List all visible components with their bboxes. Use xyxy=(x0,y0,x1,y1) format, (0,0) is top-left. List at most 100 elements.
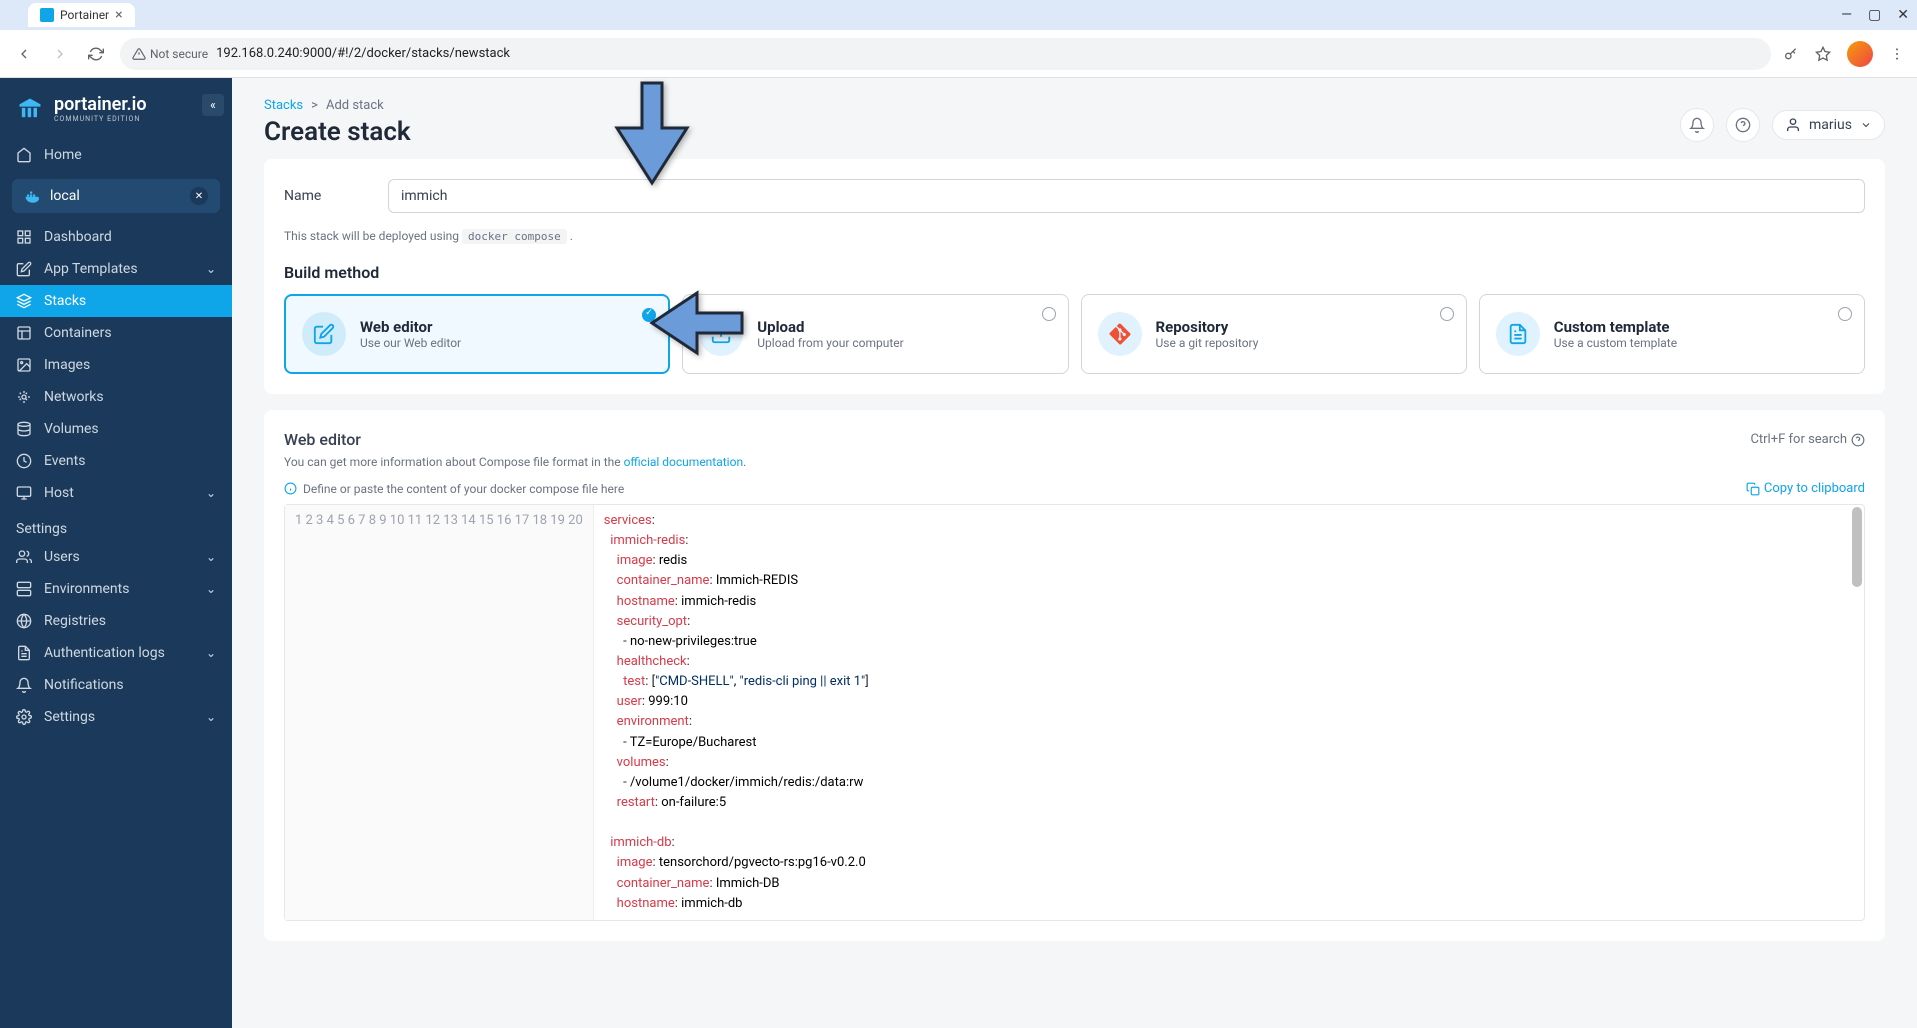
radio-indicator xyxy=(642,308,656,322)
nav-images[interactable]: Images xyxy=(0,349,232,381)
nav-host[interactable]: Host⌄ xyxy=(0,477,232,509)
portainer-logo-icon xyxy=(16,95,44,123)
method-web-editor[interactable]: Web editorUse our Web editor xyxy=(284,294,670,374)
code-editor[interactable]: 1 2 3 4 5 6 7 8 9 10 11 12 13 14 15 16 1… xyxy=(284,504,1865,921)
chevron-down-icon: ⌄ xyxy=(206,646,216,660)
edit-icon xyxy=(302,312,346,356)
tab-close-icon[interactable]: × xyxy=(115,7,122,23)
nav-notifications[interactable]: Notifications xyxy=(0,669,232,701)
template-icon xyxy=(1496,312,1540,356)
main-content: Stacks > Add stack Create stack marius xyxy=(232,78,1917,1028)
help-button[interactable] xyxy=(1726,108,1760,142)
editor-info: You can get more information about Compo… xyxy=(284,455,1865,469)
nav-environments[interactable]: Environments⌄ xyxy=(0,573,232,605)
search-hint: Ctrl+F for search xyxy=(1750,432,1865,447)
page-title: Create stack xyxy=(264,117,1885,147)
nav-containers[interactable]: Containers xyxy=(0,317,232,349)
help-icon xyxy=(1851,433,1865,447)
editor-scrollbar[interactable] xyxy=(1852,507,1862,587)
tab-favicon xyxy=(40,8,54,22)
forward-button[interactable] xyxy=(48,42,72,66)
chevron-down-icon: ⌄ xyxy=(206,582,216,596)
radio-indicator xyxy=(1838,307,1852,321)
browser-tab[interactable]: Portainer × xyxy=(28,3,135,27)
minimize-icon[interactable]: — xyxy=(1841,7,1852,23)
chevron-down-icon: ⌄ xyxy=(206,486,216,500)
reload-button[interactable] xyxy=(84,42,108,66)
dashboard-icon xyxy=(16,229,32,245)
notif-icon xyxy=(16,677,32,693)
chevron-down-icon: ⌄ xyxy=(206,262,216,276)
editor-placeholder-hint: Define or paste the content of your dock… xyxy=(284,482,624,496)
git-icon xyxy=(1098,312,1142,356)
auth-icon xyxy=(16,645,32,661)
method-repository[interactable]: RepositoryUse a git repository xyxy=(1081,294,1467,374)
radio-indicator xyxy=(1440,307,1454,321)
nav-authentication-logs[interactable]: Authentication logs⌄ xyxy=(0,637,232,669)
images-icon xyxy=(16,357,32,373)
nav-settings[interactable]: Settings⌄ xyxy=(0,701,232,733)
chevron-down-icon xyxy=(1860,119,1872,131)
settings-icon xyxy=(16,709,32,725)
url-text: 192.168.0.240:9000/#!/2/docker/stacks/ne… xyxy=(216,46,510,61)
method-upload[interactable]: UploadUpload from your computer xyxy=(682,294,1068,374)
code-content[interactable]: services: immich-redis: image: redis con… xyxy=(594,505,1864,920)
containers-icon xyxy=(16,325,32,341)
nav-home[interactable]: Home xyxy=(0,139,232,171)
menu-icon[interactable] xyxy=(1889,46,1905,62)
browser-nav-bar: Not secure 192.168.0.240:9000/#!/2/docke… xyxy=(0,30,1917,78)
maximize-icon[interactable]: ▢ xyxy=(1868,7,1881,23)
bell-icon xyxy=(1689,117,1705,133)
chevron-down-icon: ⌄ xyxy=(206,710,216,724)
users-icon xyxy=(16,549,32,565)
nav-registries[interactable]: Registries xyxy=(0,605,232,637)
copy-to-clipboard-button[interactable]: Copy to clipboard xyxy=(1746,481,1865,496)
back-button[interactable] xyxy=(12,42,36,66)
nav-users[interactable]: Users⌄ xyxy=(0,541,232,573)
sidebar-collapse-button[interactable]: « xyxy=(202,94,224,116)
close-window-icon[interactable]: ✕ xyxy=(1897,7,1909,23)
nav-stacks[interactable]: Stacks xyxy=(0,285,232,317)
user-menu[interactable]: marius xyxy=(1772,110,1885,140)
docs-link[interactable]: official documentation xyxy=(624,455,744,469)
close-env-icon[interactable]: ✕ xyxy=(190,187,208,205)
profile-avatar[interactable] xyxy=(1847,41,1873,67)
networks-icon xyxy=(16,389,32,405)
sidebar-logo[interactable]: portainer.io COMMUNITY EDITION xyxy=(0,78,232,139)
url-bar[interactable]: Not secure 192.168.0.240:9000/#!/2/docke… xyxy=(120,38,1771,70)
editor-title: Web editor xyxy=(284,430,361,449)
notifications-button[interactable] xyxy=(1680,108,1714,142)
nav-networks[interactable]: Networks xyxy=(0,381,232,413)
breadcrumb-stacks[interactable]: Stacks xyxy=(264,98,303,113)
events-icon xyxy=(16,453,32,469)
nav-events[interactable]: Events xyxy=(0,445,232,477)
host-icon xyxy=(16,485,32,501)
nav-volumes[interactable]: Volumes xyxy=(0,413,232,445)
method-custom-template[interactable]: Custom templateUse a custom template xyxy=(1479,294,1865,374)
home-icon xyxy=(16,147,32,163)
nav-dashboard[interactable]: Dashboard xyxy=(0,221,232,253)
star-icon[interactable] xyxy=(1815,46,1831,62)
window-controls: — ▢ ✕ xyxy=(1841,7,1909,23)
name-label: Name xyxy=(284,188,364,204)
key-icon[interactable] xyxy=(1783,46,1799,62)
environment-badge[interactable]: local ✕ xyxy=(12,179,220,213)
radio-indicator xyxy=(1042,307,1056,321)
stack-name-input[interactable] xyxy=(388,179,1865,213)
help-icon xyxy=(1735,117,1751,133)
user-icon xyxy=(1785,117,1801,133)
browser-tab-bar: Portainer × — ▢ ✕ xyxy=(0,0,1917,30)
breadcrumb: Stacks > Add stack xyxy=(264,98,1885,113)
templates-icon xyxy=(16,261,32,277)
upload-icon xyxy=(699,312,743,356)
docker-icon xyxy=(24,187,42,205)
build-method-label: Build method xyxy=(284,263,1865,282)
breadcrumb-current: Add stack xyxy=(326,98,384,113)
security-indicator[interactable]: Not secure xyxy=(132,47,208,61)
env-icon xyxy=(16,581,32,597)
stacks-icon xyxy=(16,293,32,309)
nav-app-templates[interactable]: App Templates⌄ xyxy=(0,253,232,285)
chevron-down-icon: ⌄ xyxy=(206,550,216,564)
reg-icon xyxy=(16,613,32,629)
line-numbers: 1 2 3 4 5 6 7 8 9 10 11 12 13 14 15 16 1… xyxy=(285,505,594,920)
